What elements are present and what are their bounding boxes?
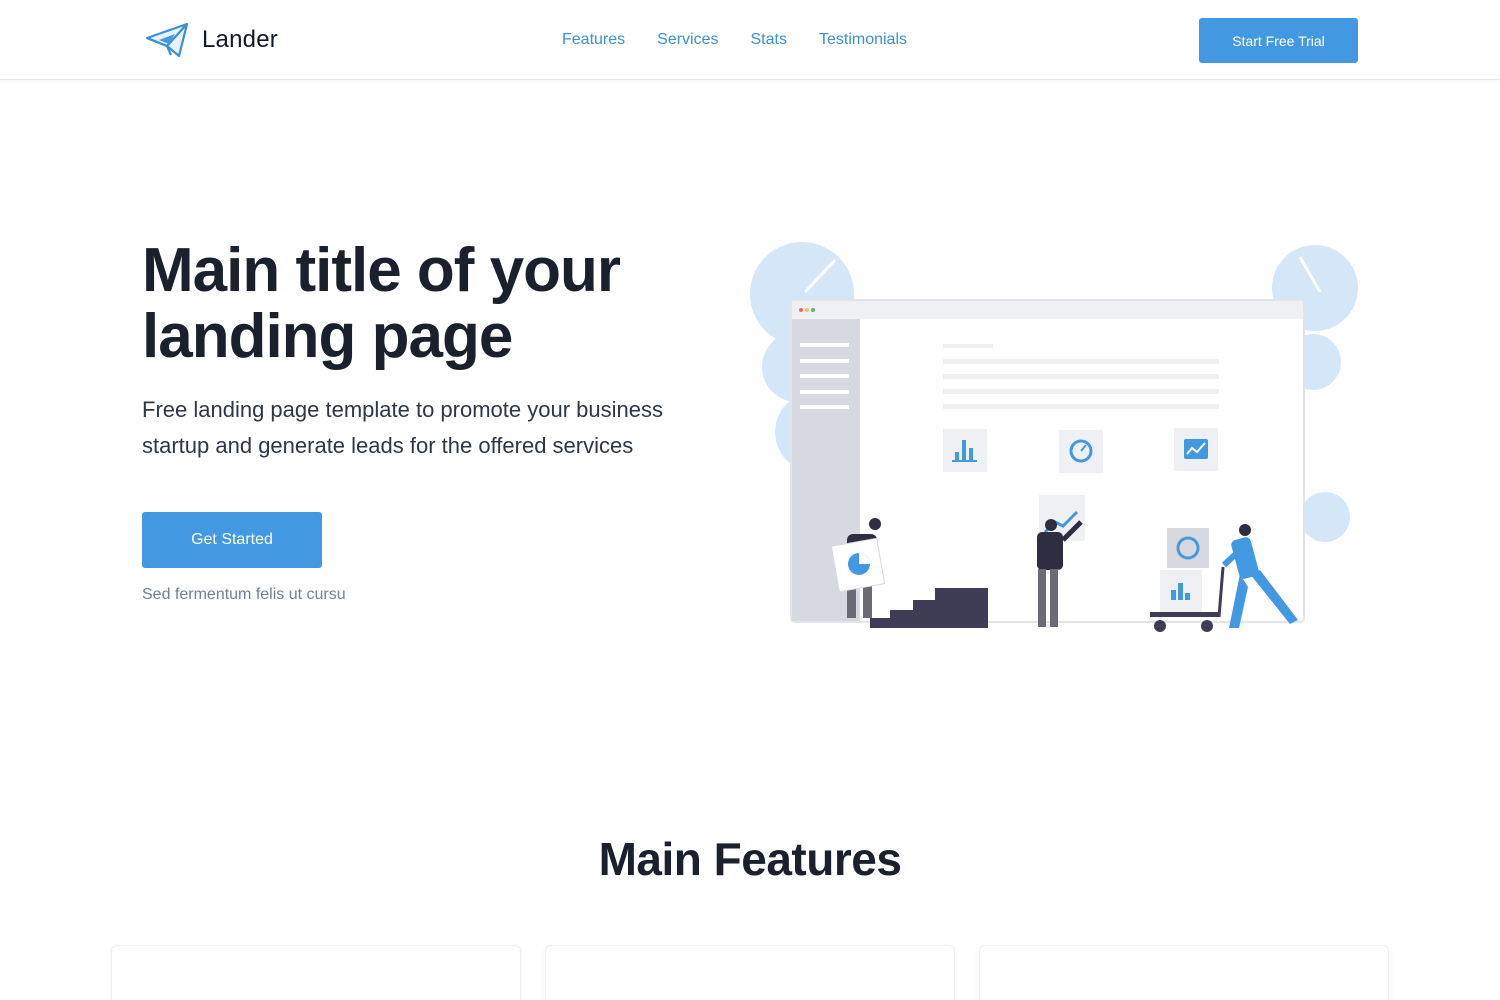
brand-name: Lander [202,26,278,53]
main-nav: Features Services Stats Testimonials [562,29,907,51]
nav-link-testimonials[interactable]: Testimonials [819,29,907,51]
site-header: Lander Features Services Stats Testimoni… [0,0,1500,80]
bar-chart-tile-icon [943,429,987,472]
paper-plane-icon [145,22,189,58]
get-started-button[interactable]: Get Started [142,512,322,568]
hero-note: Sed fermentum felis ut cursu [142,586,346,603]
gauge-tile-icon [1059,430,1103,473]
nav-link-features[interactable]: Features [562,29,625,51]
nav-link-services[interactable]: Services [657,29,718,51]
features-title: Main Features [598,833,902,885]
feature-card [545,945,955,1000]
brand-logo-link[interactable]: Lander [145,20,278,60]
feature-card [111,945,521,1000]
nav-link-stats[interactable]: Stats [751,29,787,51]
start-free-trial-button[interactable]: Start Free Trial [1199,18,1358,63]
line-chart-tile-icon [1174,428,1218,471]
hero-title: Main title of your landing page [142,236,621,371]
hero-illustration [750,242,1358,632]
hero-subtitle: Free landing page template to promote yo… [142,397,663,458]
feature-card [979,945,1389,1000]
